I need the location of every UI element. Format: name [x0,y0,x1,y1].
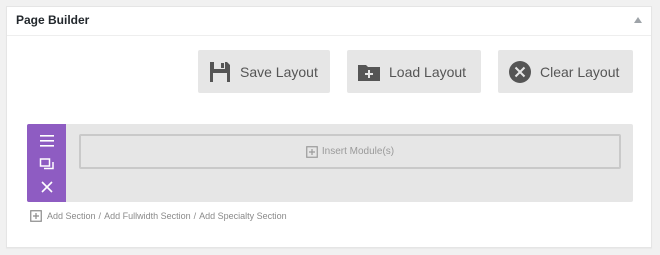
close-icon[interactable] [37,177,56,196]
link-separator: / [98,211,102,221]
menu-icon[interactable] [37,131,56,150]
add-specialty-section-link[interactable]: Add Specialty Section [199,211,287,221]
clear-layout-label: Clear Layout [540,63,620,80]
plus-square-icon [306,145,318,158]
duplicate-icon[interactable] [37,154,56,173]
collapse-arrow-icon[interactable] [634,17,642,23]
add-section-bar: Add Section / Add Fullwidth Section / Ad… [30,210,287,222]
panel-title: Page Builder [16,13,90,27]
link-separator: / [193,211,197,221]
save-layout-label: Save Layout [240,63,318,80]
save-layout-button[interactable]: Save Layout [198,50,330,93]
save-icon [208,60,232,84]
section-handle[interactable] [27,124,66,202]
panel-header[interactable]: Page Builder [7,7,651,36]
clear-icon [508,60,532,84]
load-layout-button[interactable]: Load Layout [347,50,481,93]
add-section-link[interactable]: Add Section [47,211,96,221]
load-icon [357,60,381,84]
insert-modules-label: Insert Module(s) [321,146,395,157]
page-builder-panel: Page Builder Save Layout Load Layout Cle… [6,6,652,248]
insert-modules-button[interactable]: Insert Module(s) [79,134,621,169]
add-fullwidth-section-link[interactable]: Add Fullwidth Section [104,211,191,221]
clear-layout-button[interactable]: Clear Layout [498,50,633,93]
plus-square-icon[interactable] [30,210,42,222]
load-layout-label: Load Layout [389,63,467,80]
section-block: Insert Module(s) [27,124,633,202]
